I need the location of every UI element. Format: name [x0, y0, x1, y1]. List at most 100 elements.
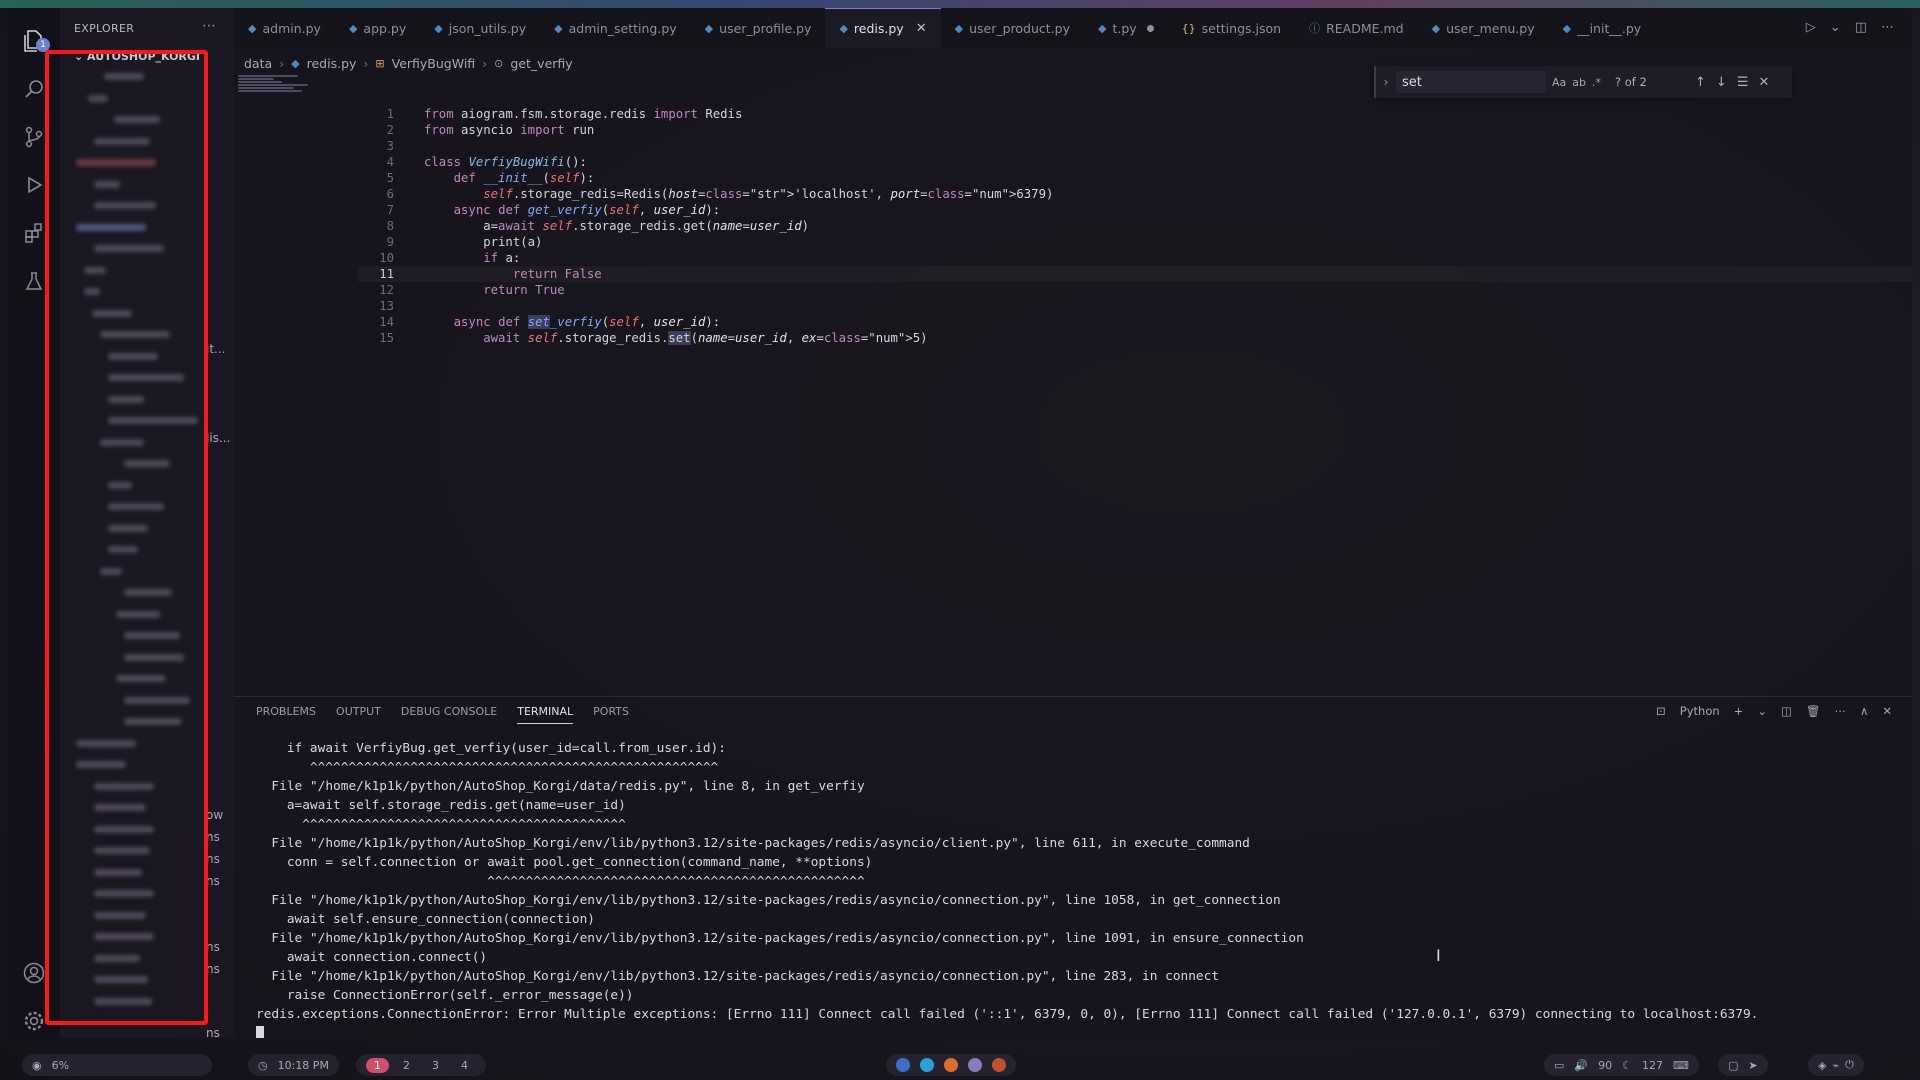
volume-icon[interactable]: 🔊 [1574, 1059, 1588, 1072]
testing-icon[interactable] [21, 268, 47, 294]
system-monitor[interactable]: ◉ 6% [22, 1054, 212, 1076]
find-in-selection-icon[interactable]: ☰ [1737, 75, 1749, 90]
tab-settings-json[interactable]: {} settings.json [1168, 8, 1295, 48]
close-icon[interactable]: ✕ [916, 21, 927, 36]
tab-user-product-py[interactable]: ◆ user_product.py [941, 8, 1084, 48]
code-line[interactable]: 9 print(a) [358, 234, 1912, 250]
tab-json-utils-py[interactable]: ◆ json_utils.py [420, 8, 540, 48]
account-icon[interactable] [21, 960, 47, 986]
workspace-1[interactable]: 1 [366, 1057, 389, 1073]
tab-app-py[interactable]: ◆ app.py [335, 8, 420, 48]
display-icon[interactable]: ▭ [1554, 1059, 1564, 1072]
match-case-toggle[interactable]: Aa [1552, 76, 1566, 89]
telegram-app-icon[interactable] [920, 1058, 934, 1072]
breadcrumb-method[interactable]: get_verfiy [510, 56, 572, 71]
breadcrumb-file[interactable]: redis.py [307, 56, 357, 71]
bluetooth-icon[interactable]: ⌁ [1832, 1059, 1839, 1072]
chevron-down-icon[interactable]: ⌄ [1830, 20, 1841, 35]
vscode-app-icon[interactable] [896, 1058, 910, 1072]
plus-icon[interactable]: + [1734, 704, 1744, 718]
python-icon: ◆ [291, 57, 300, 70]
terminal-prompt[interactable] [256, 1026, 1758, 1038]
chevron-down-icon[interactable]: ⌄ [1757, 704, 1767, 718]
chevron-right-icon[interactable]: › [1376, 75, 1396, 89]
terminal-line: redis.exceptions.ConnectionError: Error … [256, 1007, 1759, 1022]
code-line[interactable]: 10 if a: [358, 250, 1912, 266]
split-terminal-icon[interactable]: ◫ [1781, 704, 1792, 718]
maximize-panel-icon[interactable]: ∧ [1860, 704, 1868, 718]
brightness-icon[interactable]: ☾ [1622, 1059, 1632, 1072]
tab-admin-py[interactable]: ◆ admin.py [234, 8, 335, 48]
tab-problems[interactable]: PROBLEMS [256, 705, 316, 724]
file-label-fragment: ns [206, 1026, 220, 1038]
ellipsis-icon[interactable]: ⋯ [202, 18, 216, 34]
workspace-4[interactable]: 4 [453, 1058, 476, 1073]
cpu-usage: 6% [51, 1058, 70, 1072]
tab-ports[interactable]: PORTS [593, 705, 629, 724]
code-line[interactable]: 3 [358, 138, 1912, 154]
code-line[interactable]: 8 a=await self.storage_redis.get(name=us… [358, 218, 1912, 234]
workspace-2[interactable]: 2 [395, 1058, 418, 1073]
code-line[interactable]: 12 return True [358, 282, 1912, 298]
arrow-down-icon[interactable]: ↓ [1716, 75, 1727, 90]
code-line[interactable]: 1 from aiogram.fsm.storage.redis import R… [358, 106, 1912, 122]
regex-toggle[interactable]: .* [1592, 76, 1601, 89]
unsaved-dot-icon [1146, 24, 1154, 32]
tab-init-py[interactable]: ◆ __init__.py [1549, 8, 1656, 48]
tab-readme-md[interactable]: ⓘ README.md [1295, 8, 1418, 48]
power-icon[interactable]: ⏻ [1845, 1058, 1854, 1072]
tab-redis-py[interactable]: ◆ redis.py ✕ [825, 8, 941, 48]
match-whole-word-toggle[interactable]: ab [1572, 76, 1586, 89]
search-icon[interactable] [21, 76, 47, 102]
gear-icon[interactable] [21, 1008, 47, 1034]
code-line[interactable]: 5 def __init__(self): [358, 170, 1912, 186]
firefox-app-icon[interactable] [944, 1058, 958, 1072]
code-line[interactable]: 11 return False [358, 266, 1912, 282]
code-line[interactable]: 4 class VerfiyBugWifi(): [358, 154, 1912, 170]
clock-widget[interactable]: ◷ 10:18 PM [248, 1054, 339, 1076]
tab-admin-setting-py[interactable]: ◆ admin_setting.py [540, 8, 691, 48]
terminal-output[interactable]: if await VerfiyBug.get_verfiy(user_id=ca… [256, 741, 1758, 1038]
close-icon[interactable]: ✕ [1758, 75, 1769, 90]
extensions-icon[interactable] [21, 220, 47, 246]
tab-output[interactable]: OUTPUT [336, 705, 381, 724]
ellipsis-icon[interactable]: ⋯ [1881, 20, 1894, 35]
run-icon[interactable]: ▷ [1806, 20, 1816, 35]
breadcrumb-folder[interactable]: data [244, 56, 272, 71]
terminal-shell-label[interactable]: Python [1680, 704, 1720, 718]
find-input[interactable] [1396, 71, 1546, 93]
ellipsis-icon[interactable]: ⋯ [1834, 704, 1846, 718]
run-debug-icon[interactable] [21, 172, 47, 198]
app-icon[interactable] [992, 1058, 1006, 1072]
code-line[interactable]: 7 async def get_verfiy(self, user_id): [358, 202, 1912, 218]
code-line[interactable]: 6 self.storage_redis=Redis(host=class="s… [358, 186, 1912, 202]
keyboard-icon[interactable]: ⌨ [1673, 1059, 1689, 1072]
tab-debug-console[interactable]: DEBUG CONSOLE [401, 705, 497, 724]
minimap[interactable] [238, 74, 338, 104]
network-icon[interactable]: ◈ [1818, 1059, 1826, 1072]
breadcrumb-class[interactable]: VerfiyBugWifi [392, 56, 476, 71]
code-line[interactable]: 15 await self.storage_redis.set(name=use… [358, 330, 1912, 346]
code-editor[interactable]: 1 from aiogram.fsm.storage.redis import R… [358, 106, 1912, 346]
arrow-up-icon[interactable]: ↑ [1695, 75, 1706, 90]
source-control-icon[interactable] [21, 124, 47, 150]
screen-icon[interactable]: ▢ [1728, 1059, 1738, 1072]
app-icon[interactable] [968, 1058, 982, 1072]
python-icon: ◆ [554, 21, 563, 35]
workspace-3[interactable]: 3 [424, 1058, 447, 1073]
split-editor-icon[interactable]: ◫ [1855, 20, 1867, 35]
tray-apps: ▢ ➤ [1718, 1054, 1768, 1076]
code-line[interactable]: 14 async def set_verfiy(self, user_id): [358, 314, 1912, 330]
chevron-right-icon: › [279, 56, 285, 71]
code-line[interactable]: 13 [358, 298, 1912, 314]
code-line[interactable]: 2 from asyncio import run [358, 122, 1912, 138]
volume-level: 90 [1598, 1058, 1613, 1072]
tab-terminal[interactable]: TERMINAL [517, 705, 574, 724]
tab-user-menu-py[interactable]: ◆ user_menu.py [1418, 8, 1549, 48]
telegram-icon[interactable]: ➤ [1748, 1059, 1757, 1072]
terminal-line: await connection.connect() [256, 950, 488, 965]
tab-t-py[interactable]: ◆ t.py [1084, 8, 1168, 48]
tab-user-profile-py[interactable]: ◆ user_profile.py [691, 8, 826, 48]
trash-icon[interactable]: 🗑 [1806, 704, 1821, 718]
close-icon[interactable]: ✕ [1882, 704, 1892, 718]
